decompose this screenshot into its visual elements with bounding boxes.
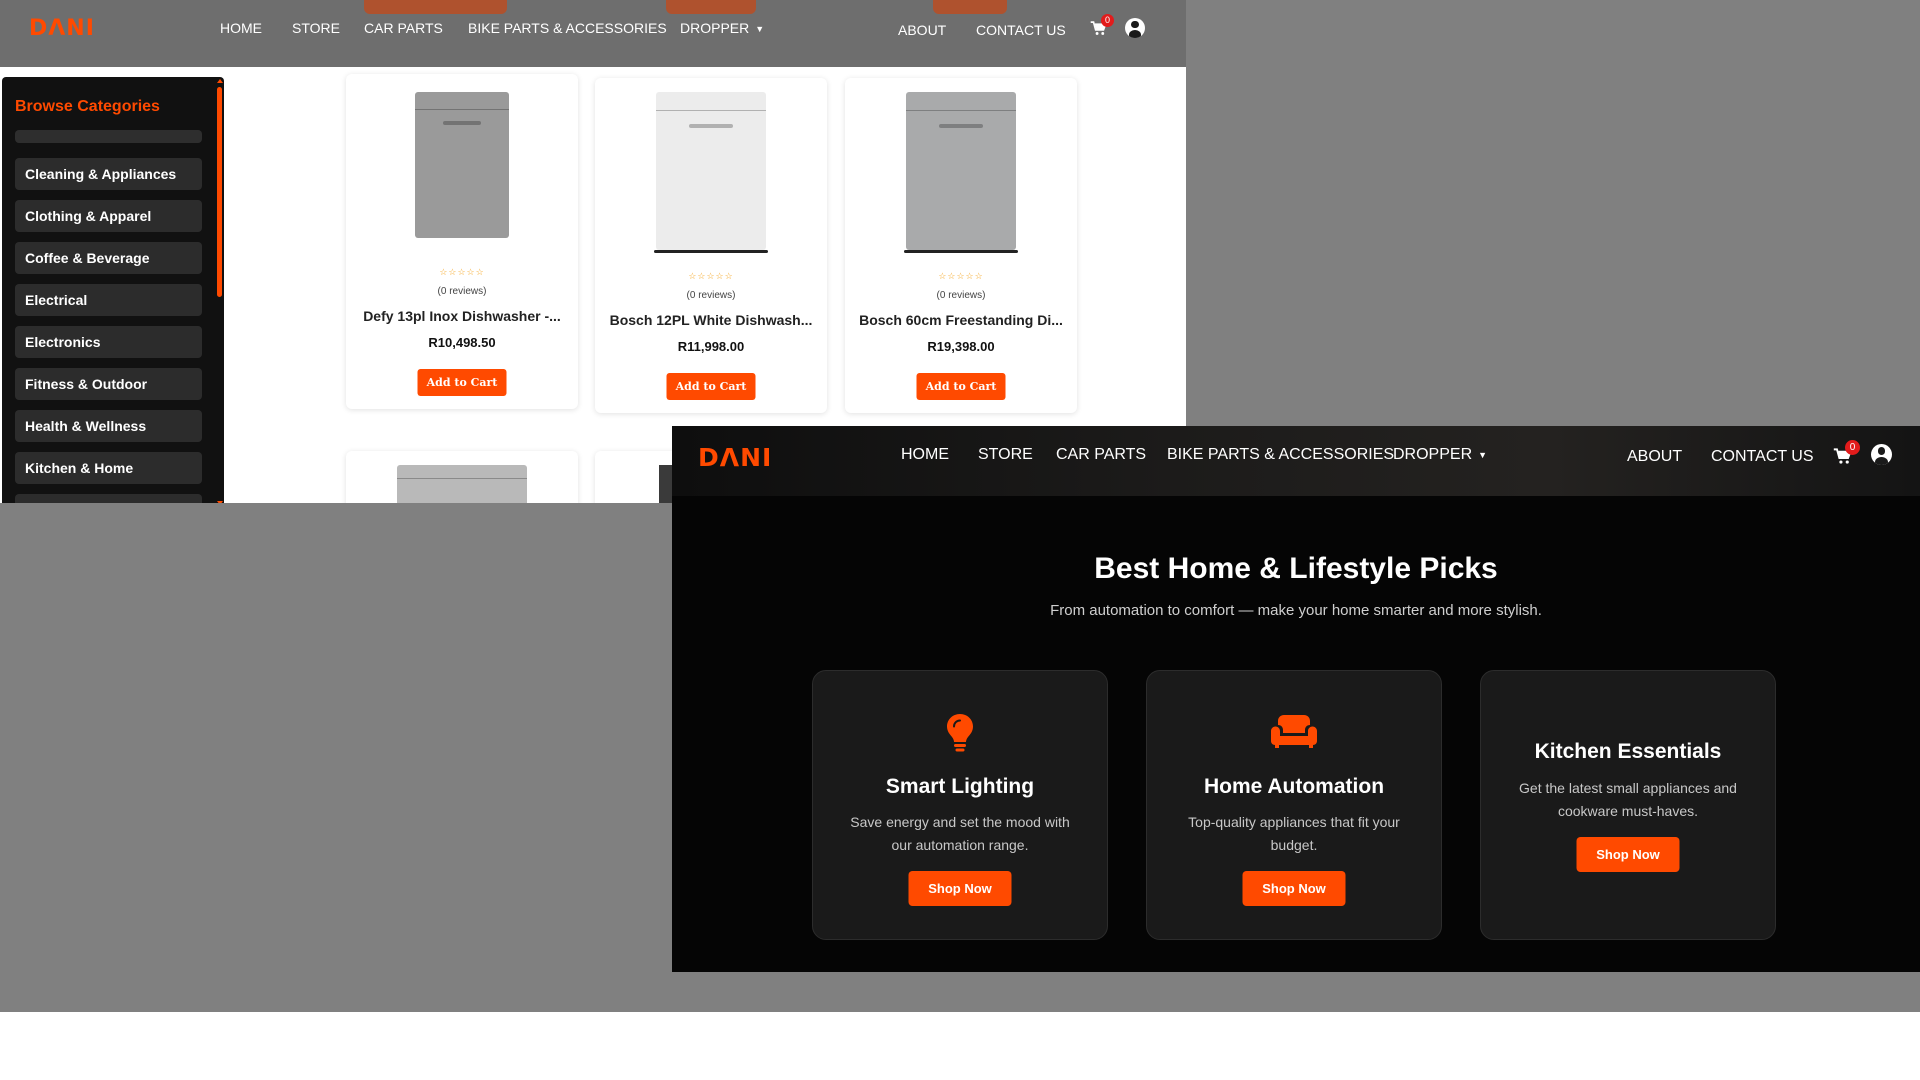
product-name[interactable]: Defy 13pl Inox Dishwasher -... [356,308,568,324]
review-count: (0 reviews) [437,286,487,297]
nav-about[interactable]: ABOUT [1627,448,1682,466]
rating-stars: ☆☆☆☆☆ [938,271,984,281]
brand-logo[interactable]: DΛNI [698,443,772,472]
couch-icon [1271,715,1317,748]
product-name[interactable]: Bosch 60cm Freestanding Di... [855,312,1067,328]
feature-title: Kitchen Essentials [1534,740,1722,763]
product-image [653,92,769,253]
nav-ghost-button [933,0,1007,14]
shop-now-button[interactable]: Shop Now [908,871,1012,906]
product-card-partial[interactable] [346,451,578,503]
add-to-cart-button[interactable]: Add to Cart [417,369,507,396]
product-image-handle [939,123,983,128]
product-image [397,465,527,503]
top-navbar: DΛNI HOME STORE CAR PARTS BIKE PARTS & A… [672,426,1920,496]
feature-description: Top-quality appliances that fit your bud… [1188,814,1400,853]
category-item[interactable]: Kitchen & Home [15,452,202,484]
sidebar-scrollbar[interactable] [217,87,222,297]
lightbulb-icon [947,714,973,752]
feature-description: Get the latest small appliances and cook… [1519,780,1737,819]
nav-dropper[interactable]: DROPPER ▼ [1393,446,1487,464]
user-account-icon[interactable] [1125,18,1145,38]
product-price: R19,398.00 [927,339,995,354]
nav-ghost-button [364,0,507,14]
category-item[interactable]: Cleaning & Appliances [15,158,202,190]
nav-contact[interactable]: CONTACT US [976,22,1066,38]
category-item[interactable]: Electronics [15,326,202,358]
nav-ghost-button [666,0,756,14]
feature-description: Save energy and set the mood with our au… [850,814,1070,853]
product-image-base [653,250,769,253]
feature-card-smart-lighting: Smart Lighting Save energy and set the m… [812,670,1108,940]
brand-logo[interactable]: DΛNI [29,16,95,41]
product-image-panel [397,465,527,480]
product-image [415,92,509,238]
nav-store[interactable]: STORE [978,446,1033,464]
nav-about[interactable]: ABOUT [898,22,946,38]
review-count: (0 reviews) [936,290,986,301]
nav-home[interactable]: HOME [220,20,262,36]
cart-count-badge: 0 [1101,14,1114,27]
cart-count-badge: 0 [1845,440,1860,455]
product-image-base [903,250,1019,253]
nav-contact[interactable]: CONTACT US [1711,448,1814,466]
product-image-panel [656,92,766,111]
category-item-partial[interactable] [15,494,202,503]
product-image-handle [689,123,733,128]
category-sidebar: Browse Categories Cleaning & Appliances … [2,77,224,503]
sidebar-title: Browse Categories [15,98,160,115]
feature-title: Home Automation [1203,775,1385,798]
shop-now-button[interactable]: Shop Now [1242,871,1346,906]
scroll-up-arrow-icon[interactable] [217,79,223,83]
caret-down-icon: ▼ [755,24,765,35]
user-account-icon[interactable] [1871,444,1892,465]
nav-dropper-label: DROPPER [680,20,750,36]
nav-home[interactable]: HOME [901,446,949,464]
product-name[interactable]: Bosch 12PL White Dishwash... [605,312,817,328]
rating-stars: ☆☆☆☆☆ [688,271,734,281]
nav-dropper[interactable]: DROPPER ▼ [680,20,764,36]
nav-car-parts[interactable]: CAR PARTS [1056,446,1146,464]
rating-stars: ☆☆☆☆☆ [439,267,485,277]
hero-title: Best Home & Lifestyle Picks [1094,552,1498,585]
top-navbar: DΛNI HOME STORE CAR PARTS BIKE PARTS & A… [0,0,1186,67]
review-count: (0 reviews) [686,290,736,301]
feature-card-kitchen-essentials: Kitchen Essentials Get the latest small … [1480,670,1776,940]
nav-bike-parts[interactable]: BIKE PARTS & ACCESSORIES [1167,446,1394,464]
nav-car-parts[interactable]: CAR PARTS [364,20,443,36]
add-to-cart-button[interactable]: Add to Cart [916,373,1006,400]
product-card[interactable]: ☆☆☆☆☆ (0 reviews) Defy 13pl Inox Dishwas… [346,74,578,409]
nav-bike-parts[interactable]: BIKE PARTS & ACCESSORIES [468,20,667,36]
category-item[interactable]: Coffee & Beverage [15,242,202,274]
home-page-window: DΛNI HOME STORE CAR PARTS BIKE PARTS & A… [672,426,1920,972]
product-image-handle [443,121,481,126]
product-card[interactable]: ☆☆☆☆☆ (0 reviews) Bosch 12PL White Dishw… [595,78,827,413]
product-price: R11,998.00 [677,339,745,354]
nav-dropper-label: DROPPER [1393,446,1473,463]
product-card[interactable]: ☆☆☆☆☆ (0 reviews) Bosch 60cm Freestandin… [845,78,1077,413]
product-image-panel [415,92,509,110]
category-item[interactable]: Health & Wellness [15,410,202,442]
category-item[interactable]: Clothing & Apparel [15,200,202,232]
category-item-blank[interactable] [15,130,202,143]
nav-store[interactable]: STORE [292,20,340,36]
add-to-cart-button[interactable]: Add to Cart [666,373,756,400]
feature-card-home-automation: Home Automation Top-quality appliances t… [1146,670,1442,940]
category-item[interactable]: Fitness & Outdoor [15,368,202,400]
product-image-panel [906,92,1016,111]
hero-subtitle: From automation to comfort — make your h… [1050,602,1542,619]
feature-title: Smart Lighting [885,775,1035,798]
caret-down-icon: ▼ [1478,449,1488,460]
shop-now-button[interactable]: Shop Now [1576,837,1680,872]
product-price: R10,498.50 [428,335,496,350]
scroll-down-arrow-icon[interactable] [217,501,223,503]
product-image [903,92,1019,253]
category-item[interactable]: Electrical [15,284,202,316]
